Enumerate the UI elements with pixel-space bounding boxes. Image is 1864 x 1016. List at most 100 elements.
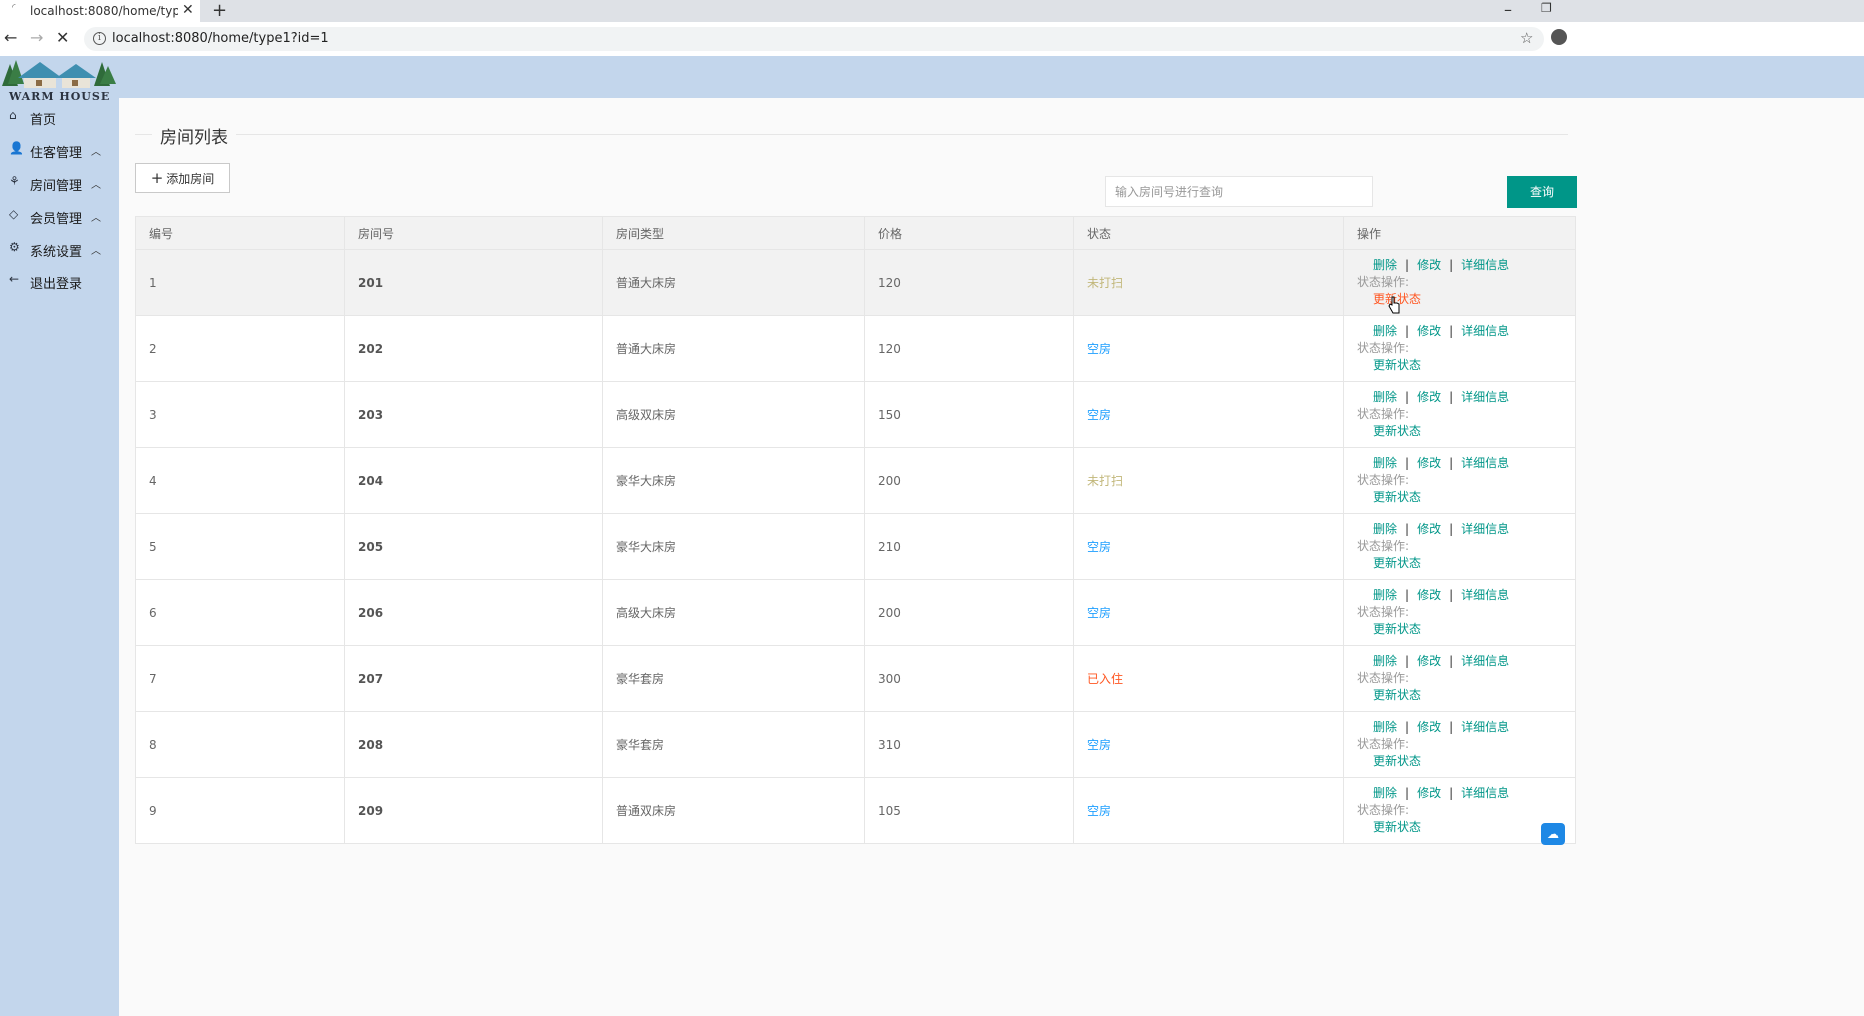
delete-link[interactable]: 删除 [1373,258,1397,272]
minimize-icon[interactable]: – [1504,0,1512,19]
row-id: 3 [149,407,157,422]
table-cell: 8 [135,711,345,778]
edit-link[interactable]: 修改 [1417,324,1441,338]
sidebar-item-rooms[interactable]: ⚘ 房间管理 ︿ [0,172,119,196]
forward-icon[interactable]: → [30,28,43,47]
column-header[interactable]: 房间号 [344,216,603,250]
column-header[interactable]: 编号 [135,216,345,250]
table-cell: 202 [344,315,603,382]
table-cell: 空房 [1073,381,1344,448]
table-cell: 豪华套房 [602,645,865,712]
back-icon[interactable]: ← [4,28,17,47]
status-action-label: 状态操作: [1357,803,1410,817]
query-button[interactable]: 查询 [1507,176,1577,208]
edit-link[interactable]: 修改 [1417,522,1441,536]
status-badge: 空房 [1087,606,1112,620]
status-badge: 未打扫 [1087,474,1124,488]
status-action-label: 状态操作: [1357,407,1410,421]
table-cell: 205 [344,513,603,580]
table-cell: 9 [135,777,345,844]
search-input[interactable] [1105,176,1373,207]
separator: | [1405,456,1410,470]
detail-link[interactable]: 详细信息 [1461,456,1509,470]
separator: | [1405,390,1410,404]
sidebar-item-settings[interactable]: ⚙ 系统设置 ︿ [0,238,119,262]
delete-link[interactable]: 删除 [1373,720,1397,734]
edit-link[interactable]: 修改 [1417,390,1441,404]
delete-link[interactable]: 删除 [1373,588,1397,602]
edit-link[interactable]: 修改 [1417,258,1441,272]
update-status-link[interactable]: 更新状态 [1373,490,1421,504]
cloud-widget-icon[interactable]: ☁ [1541,823,1565,845]
close-tab-icon[interactable]: ✕ [182,2,194,18]
update-status-link[interactable]: 更新状态 [1373,556,1421,570]
room-number: 202 [358,341,384,356]
update-status-link[interactable]: 更新状态 [1373,820,1421,834]
edit-link[interactable]: 修改 [1417,456,1441,470]
column-header[interactable]: 状态 [1073,216,1344,250]
detail-link[interactable]: 详细信息 [1461,324,1509,338]
url-text[interactable]: localhost:8080/home/type1?id=1 [112,31,329,46]
status-badge: 空房 [1087,342,1112,356]
diamond-icon: ◇ [9,207,19,221]
detail-link[interactable]: 详细信息 [1461,786,1509,800]
table-cell: 普通双床房 [602,777,865,844]
delete-link[interactable]: 删除 [1373,324,1397,338]
sidebar-item-logout[interactable]: ← 退出登录 [0,270,119,294]
edit-link[interactable]: 修改 [1417,654,1441,668]
edit-link[interactable]: 修改 [1417,720,1441,734]
tab-strip: ◜ localhost:8080/home/type1?id=1 ✕ + – ❐ [0,0,1864,22]
detail-link[interactable]: 详细信息 [1461,720,1509,734]
sidebar-item-label: 系统设置 [30,245,83,260]
account-icon[interactable] [1551,29,1567,45]
update-status-link[interactable]: 更新状态 [1373,424,1421,438]
separator: | [1449,258,1454,272]
update-status-link[interactable]: 更新状态 [1373,754,1421,768]
detail-link[interactable]: 详细信息 [1461,654,1509,668]
page-title: 房间列表 [152,123,236,148]
row-id: 1 [149,275,157,290]
actions-cell: 删除 | 修改 | 详细信息 状态操作: 更新状态 [1343,315,1576,382]
table-cell: 空房 [1073,777,1344,844]
edit-link[interactable]: 修改 [1417,588,1441,602]
table-cell: 7 [135,645,345,712]
detail-link[interactable]: 详细信息 [1461,258,1509,272]
edit-link[interactable]: 修改 [1417,786,1441,800]
row-id: 7 [149,671,157,686]
update-status-link[interactable]: 更新状态 [1373,688,1421,702]
room-table: 编号 房间号 房间类型 价格 状态 操作 1 201 普通大床房 120 未打扫 删除 | 修… [135,216,1576,844]
update-status-link[interactable]: 更新状态 [1373,358,1421,372]
address-bar[interactable]: i localhost:8080/home/type1?id=1 [84,27,1544,51]
column-header[interactable]: 房间类型 [602,216,865,250]
detail-link[interactable]: 详细信息 [1461,522,1509,536]
table-cell: 已入住 [1073,645,1344,712]
table-cell: 4 [135,447,345,514]
chevron-up-icon: ︿ [91,147,101,158]
column-header[interactable]: 操作 [1343,216,1576,250]
add-room-button[interactable]: + 添加房间 [135,163,230,193]
table-cell: 6 [135,579,345,646]
delete-link[interactable]: 删除 [1373,522,1397,536]
update-status-link[interactable]: 更新状态 [1373,622,1421,636]
row-id: 9 [149,803,157,818]
delete-link[interactable]: 删除 [1373,456,1397,470]
detail-link[interactable]: 详细信息 [1461,588,1509,602]
delete-link[interactable]: 删除 [1373,654,1397,668]
status-action-label: 状态操作: [1357,671,1410,685]
info-icon[interactable]: i [93,32,106,45]
new-tab-icon[interactable]: + [212,0,227,21]
sidebar-item-home[interactable]: ⌂ 首页 [0,106,119,130]
separator: | [1449,588,1454,602]
stop-loading-icon[interactable]: ✕ [56,28,69,47]
bookmark-star-icon[interactable]: ☆ [1520,29,1533,47]
detail-link[interactable]: 详细信息 [1461,390,1509,404]
sidebar-item-members[interactable]: ◇ 会员管理 ︿ [0,205,119,229]
delete-link[interactable]: 删除 [1373,390,1397,404]
browser-tab[interactable]: ◜ localhost:8080/home/type1?id=1 ✕ [0,0,200,22]
restore-window-icon[interactable]: ❐ [1541,1,1552,15]
loading-icon: ◜ [12,3,16,13]
table-cell: 209 [344,777,603,844]
sidebar-item-guests[interactable]: 👤 住客管理 ︿ [0,139,119,163]
delete-link[interactable]: 删除 [1373,786,1397,800]
column-header[interactable]: 价格 [864,216,1074,250]
